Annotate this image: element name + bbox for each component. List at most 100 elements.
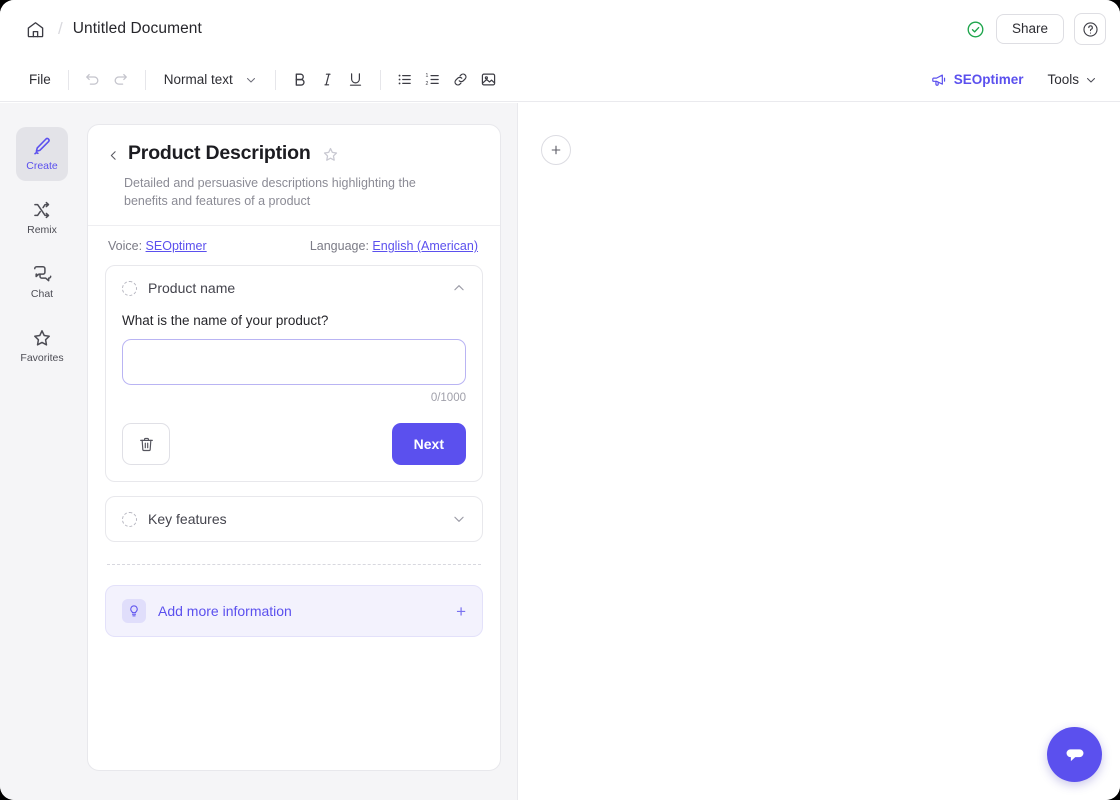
sidebar-item-chat[interactable]: Chat — [16, 255, 68, 309]
pen-icon — [32, 136, 52, 156]
section-header-product-name[interactable]: Product name — [106, 266, 482, 310]
character-counter: 0/1000 — [122, 392, 466, 404]
section-divider — [107, 564, 481, 565]
document-title: Untitled Document — [73, 20, 202, 38]
next-button[interactable]: Next — [392, 423, 466, 465]
help-button[interactable] — [1074, 13, 1106, 45]
chat-support-button[interactable] — [1047, 727, 1102, 782]
megaphone-icon — [931, 72, 947, 88]
seoptimer-button[interactable]: SEOptimer — [922, 67, 1033, 93]
section-header-key-features[interactable]: Key features — [106, 497, 482, 541]
app-window: / Untitled Document Share File — [0, 0, 1120, 800]
builder-column: Product Description Detailed and persuas… — [84, 103, 517, 800]
home-button[interactable] — [18, 12, 52, 46]
toolbar-divider — [145, 70, 146, 90]
tools-label: Tools — [1047, 72, 1079, 87]
svg-text:1: 1 — [426, 73, 429, 79]
redo-icon — [112, 71, 129, 88]
section-title: Key features — [148, 511, 227, 527]
plus-icon: + — [456, 603, 466, 620]
chat-bubble-icon — [1062, 742, 1088, 768]
sidebar-item-label: Remix — [27, 225, 57, 236]
italic-icon — [319, 71, 336, 88]
page-title: Product Description — [128, 142, 311, 164]
shuffle-icon — [32, 200, 52, 220]
file-menu-button[interactable]: File — [22, 67, 58, 92]
check-circle-icon — [966, 20, 985, 39]
collapse-button[interactable] — [452, 281, 466, 295]
sidebar-item-label: Chat — [31, 289, 53, 300]
top-bar-actions: Share — [966, 13, 1106, 45]
numbered-list-button[interactable]: 1 2 — [419, 66, 447, 94]
add-more-information-button[interactable]: Add more information + — [105, 585, 483, 637]
delete-button[interactable] — [122, 423, 170, 465]
expand-button[interactable] — [452, 512, 466, 526]
plus-icon — [549, 143, 563, 157]
undo-button[interactable] — [79, 66, 107, 94]
saved-status-indicator — [966, 19, 986, 39]
sidebar-item-label: Favorites — [20, 353, 63, 364]
chat-icon — [32, 264, 52, 284]
insert-image-button[interactable] — [475, 66, 503, 94]
section-title: Product name — [148, 280, 235, 296]
language-value-link[interactable]: English (American) — [372, 239, 478, 253]
chevron-down-icon — [1085, 74, 1097, 86]
text-style-select[interactable]: Normal text — [156, 67, 265, 92]
section-actions: Next — [122, 423, 466, 465]
toolbar-divider — [380, 70, 381, 90]
text-style-value: Normal text — [164, 72, 233, 87]
sidebar-item-favorites[interactable]: Favorites — [16, 319, 68, 373]
toolbar-divider — [275, 70, 276, 90]
builder-body: Product name What is the name of your pr… — [88, 265, 500, 770]
bullet-list-icon — [396, 71, 413, 88]
section-product-name: Product name What is the name of your pr… — [105, 265, 483, 482]
back-button[interactable] — [102, 142, 124, 168]
link-icon — [452, 71, 469, 88]
section-content-product-name: What is the name of your product? 0/1000 — [106, 313, 482, 481]
chevron-down-icon — [245, 74, 257, 86]
product-name-question: What is the name of your product? — [122, 313, 466, 328]
sidebar-item-create[interactable]: Create — [16, 127, 68, 181]
tools-menu-button[interactable]: Tools — [1038, 67, 1106, 92]
builder-card: Product Description Detailed and persuas… — [87, 124, 501, 771]
dashed-circle-icon — [122, 512, 137, 527]
builder-title-wrap: Product Description — [128, 142, 339, 164]
star-outline-icon — [322, 146, 339, 163]
breadcrumb-separator: / — [58, 19, 63, 39]
underline-button[interactable] — [342, 66, 370, 94]
bullet-list-button[interactable] — [391, 66, 419, 94]
product-name-input[interactable] — [122, 339, 466, 385]
add-more-information-label: Add more information — [158, 603, 292, 619]
star-icon — [32, 328, 52, 348]
toolbar-right-actions: SEOptimer Tools — [922, 67, 1106, 93]
underline-icon — [347, 71, 364, 88]
add-block-button[interactable] — [541, 135, 571, 165]
document-canvas[interactable] — [517, 103, 1120, 800]
app-body: Create Remix Chat — [0, 103, 1120, 800]
lightbulb-badge — [122, 599, 146, 623]
page-description: Detailed and persuasive descriptions hig… — [124, 174, 456, 210]
home-icon — [26, 20, 45, 39]
toolbar-divider — [68, 70, 69, 90]
voice-value-link[interactable]: SEOptimer — [146, 239, 207, 253]
voice-label: Voice: — [108, 239, 142, 253]
chevron-up-icon — [452, 281, 466, 295]
share-button[interactable]: Share — [996, 14, 1064, 44]
redo-button[interactable] — [107, 66, 135, 94]
builder-header: Product Description Detailed and persuas… — [88, 125, 500, 226]
seoptimer-label: SEOptimer — [954, 72, 1024, 87]
bold-button[interactable] — [286, 66, 314, 94]
builder-meta-row: Voice: SEOptimer Language: English (Amer… — [88, 226, 500, 265]
link-button[interactable] — [447, 66, 475, 94]
section-key-features: Key features — [105, 496, 483, 542]
language-label: Language: — [310, 239, 369, 253]
favorite-toggle-button[interactable] — [322, 146, 339, 163]
svg-text:2: 2 — [426, 81, 429, 87]
sidebar-item-remix[interactable]: Remix — [16, 191, 68, 245]
italic-button[interactable] — [314, 66, 342, 94]
undo-icon — [84, 71, 101, 88]
bold-icon — [291, 71, 308, 88]
numbered-list-icon: 1 2 — [424, 71, 441, 88]
image-icon — [480, 71, 497, 88]
chevron-down-icon — [452, 512, 466, 526]
